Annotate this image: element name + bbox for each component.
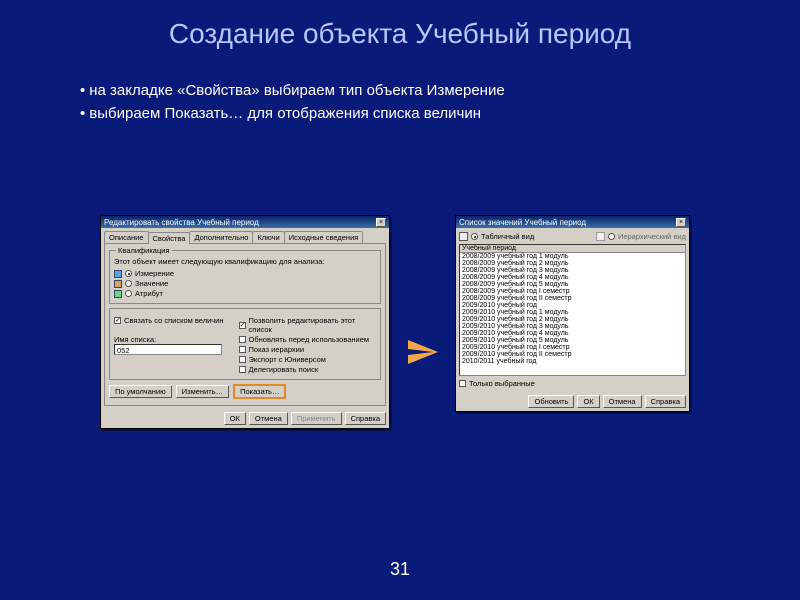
list-item[interactable]: 2009/2010 учебный год 5 модуль xyxy=(460,337,685,344)
bullet-2: выбираем Показать… для отображения списк… xyxy=(89,105,481,122)
tab-dopolnitelno[interactable]: Дополнительно xyxy=(189,231,253,243)
list-item[interactable]: 2009/2010 учебный год 3 модуль xyxy=(460,323,685,330)
list-item[interactable]: 2009/2010 учебный год II семестр xyxy=(460,351,685,358)
list-item[interactable]: 2009/2010 учебный год I семестр xyxy=(460,344,685,351)
page-number: 31 xyxy=(390,559,410,580)
list-body[interactable]: 2008/2009 учебный год 1 модуль2008/2009 … xyxy=(460,253,685,365)
cancel-button[interactable]: Отмена xyxy=(603,395,642,408)
apply-button[interactable]: Применить xyxy=(291,412,342,425)
list-item[interactable]: 2008/2009 учебный год 3 модуль xyxy=(460,267,685,274)
tab-ishodnye[interactable]: Исходные сведения xyxy=(284,231,364,243)
values-list-dialog: Список значений Учебный период × Табличн… xyxy=(455,215,690,412)
list-item[interactable]: 2008/2009 учебный год 1 модуль xyxy=(460,253,685,260)
list-item[interactable]: 2008/2009 учебный год 2 модуль xyxy=(460,260,685,267)
bullet-1: на закладке «Свойства» выбираем тип объе… xyxy=(89,82,504,99)
slide-title: Создание объекта Учебный период xyxy=(0,0,800,50)
ok-button[interactable]: ОК xyxy=(577,395,599,408)
chk-hierarchy[interactable]: Показ иерархии xyxy=(239,345,376,354)
cancel-button[interactable]: Отмена xyxy=(249,412,288,425)
radio-atribut[interactable]: Атрибут xyxy=(114,289,376,298)
help-button[interactable]: Справка xyxy=(345,412,386,425)
chk-export[interactable]: Экспорт с Юниверсом xyxy=(239,355,376,364)
link-list-checkbox[interactable]: Связать со списком величин xyxy=(114,316,235,325)
close-icon[interactable]: × xyxy=(676,218,686,227)
list-header: Учебный период xyxy=(460,245,685,253)
view-table-radio[interactable]: Табличный вид xyxy=(459,232,534,241)
radio-izmerenie[interactable]: Измерение xyxy=(114,269,376,278)
help-button[interactable]: Справка xyxy=(645,395,686,408)
chk-delegate[interactable]: Делегировать поиск xyxy=(239,365,376,374)
table-view-icon xyxy=(459,232,468,241)
only-selected-checkbox[interactable]: Только выбранные xyxy=(459,379,686,388)
chk-refresh[interactable]: Обновлять перед использованием xyxy=(239,335,376,344)
list-item[interactable]: 2008/2009 учебный год II семестр xyxy=(460,295,685,302)
show-button[interactable]: Показать… xyxy=(233,384,286,399)
view-tree-radio[interactable]: Иерархический вид xyxy=(596,232,686,241)
dimension-icon xyxy=(114,270,122,278)
measure-icon xyxy=(114,280,122,288)
tab-row: Описание Свойства Дополнительно Ключи Ис… xyxy=(101,228,389,243)
ok-button[interactable]: ОК xyxy=(224,412,246,425)
list-name-label: Имя списка: xyxy=(114,335,235,344)
arrow-icon xyxy=(408,340,438,364)
close-icon[interactable]: × xyxy=(376,218,386,227)
list-item[interactable]: 2008/2009 учебный год 4 модуль xyxy=(460,274,685,281)
list-item[interactable]: 2009/2010 учебный год 4 модуль xyxy=(460,330,685,337)
tab-opisanie[interactable]: Описание xyxy=(104,231,149,243)
qualification-group-label: Квалификация xyxy=(116,246,172,255)
tree-view-icon xyxy=(596,232,605,241)
list-name-input[interactable]: 052 xyxy=(114,344,222,355)
list-item[interactable]: 2010/2011 учебный год xyxy=(460,358,685,365)
qualification-desc: Этот объект имеет следующую квалификацию… xyxy=(114,257,376,266)
dialog-title: Редактировать свойства Учебный период xyxy=(104,218,259,227)
attribute-icon xyxy=(114,290,122,298)
chk-allow-edit[interactable]: Позволить редактировать этот список xyxy=(239,316,376,334)
list-item[interactable]: 2009/2010 учебный год xyxy=(460,302,685,309)
list-item[interactable]: 2008/2009 учебный год 5 модуль xyxy=(460,281,685,288)
default-button[interactable]: По умолчанию xyxy=(109,385,172,398)
list-item[interactable]: 2008/2009 учебный год I семестр xyxy=(460,288,685,295)
refresh-button[interactable]: Обновить xyxy=(528,395,574,408)
edit-button[interactable]: Изменить… xyxy=(176,385,229,398)
radio-znachenie[interactable]: Значение xyxy=(114,279,376,288)
bullet-list: •на закладке «Свойства» выбираем тип объ… xyxy=(80,80,800,125)
tab-svoistva[interactable]: Свойства xyxy=(148,232,191,244)
dialog-title: Список значений Учебный период xyxy=(459,218,586,227)
tab-klyuchi[interactable]: Ключи xyxy=(252,231,284,243)
list-item[interactable]: 2009/2010 учебный год 2 модуль xyxy=(460,316,685,323)
list-item[interactable]: 2009/2010 учебный год 1 модуль xyxy=(460,309,685,316)
properties-dialog: Редактировать свойства Учебный период × … xyxy=(100,215,390,429)
